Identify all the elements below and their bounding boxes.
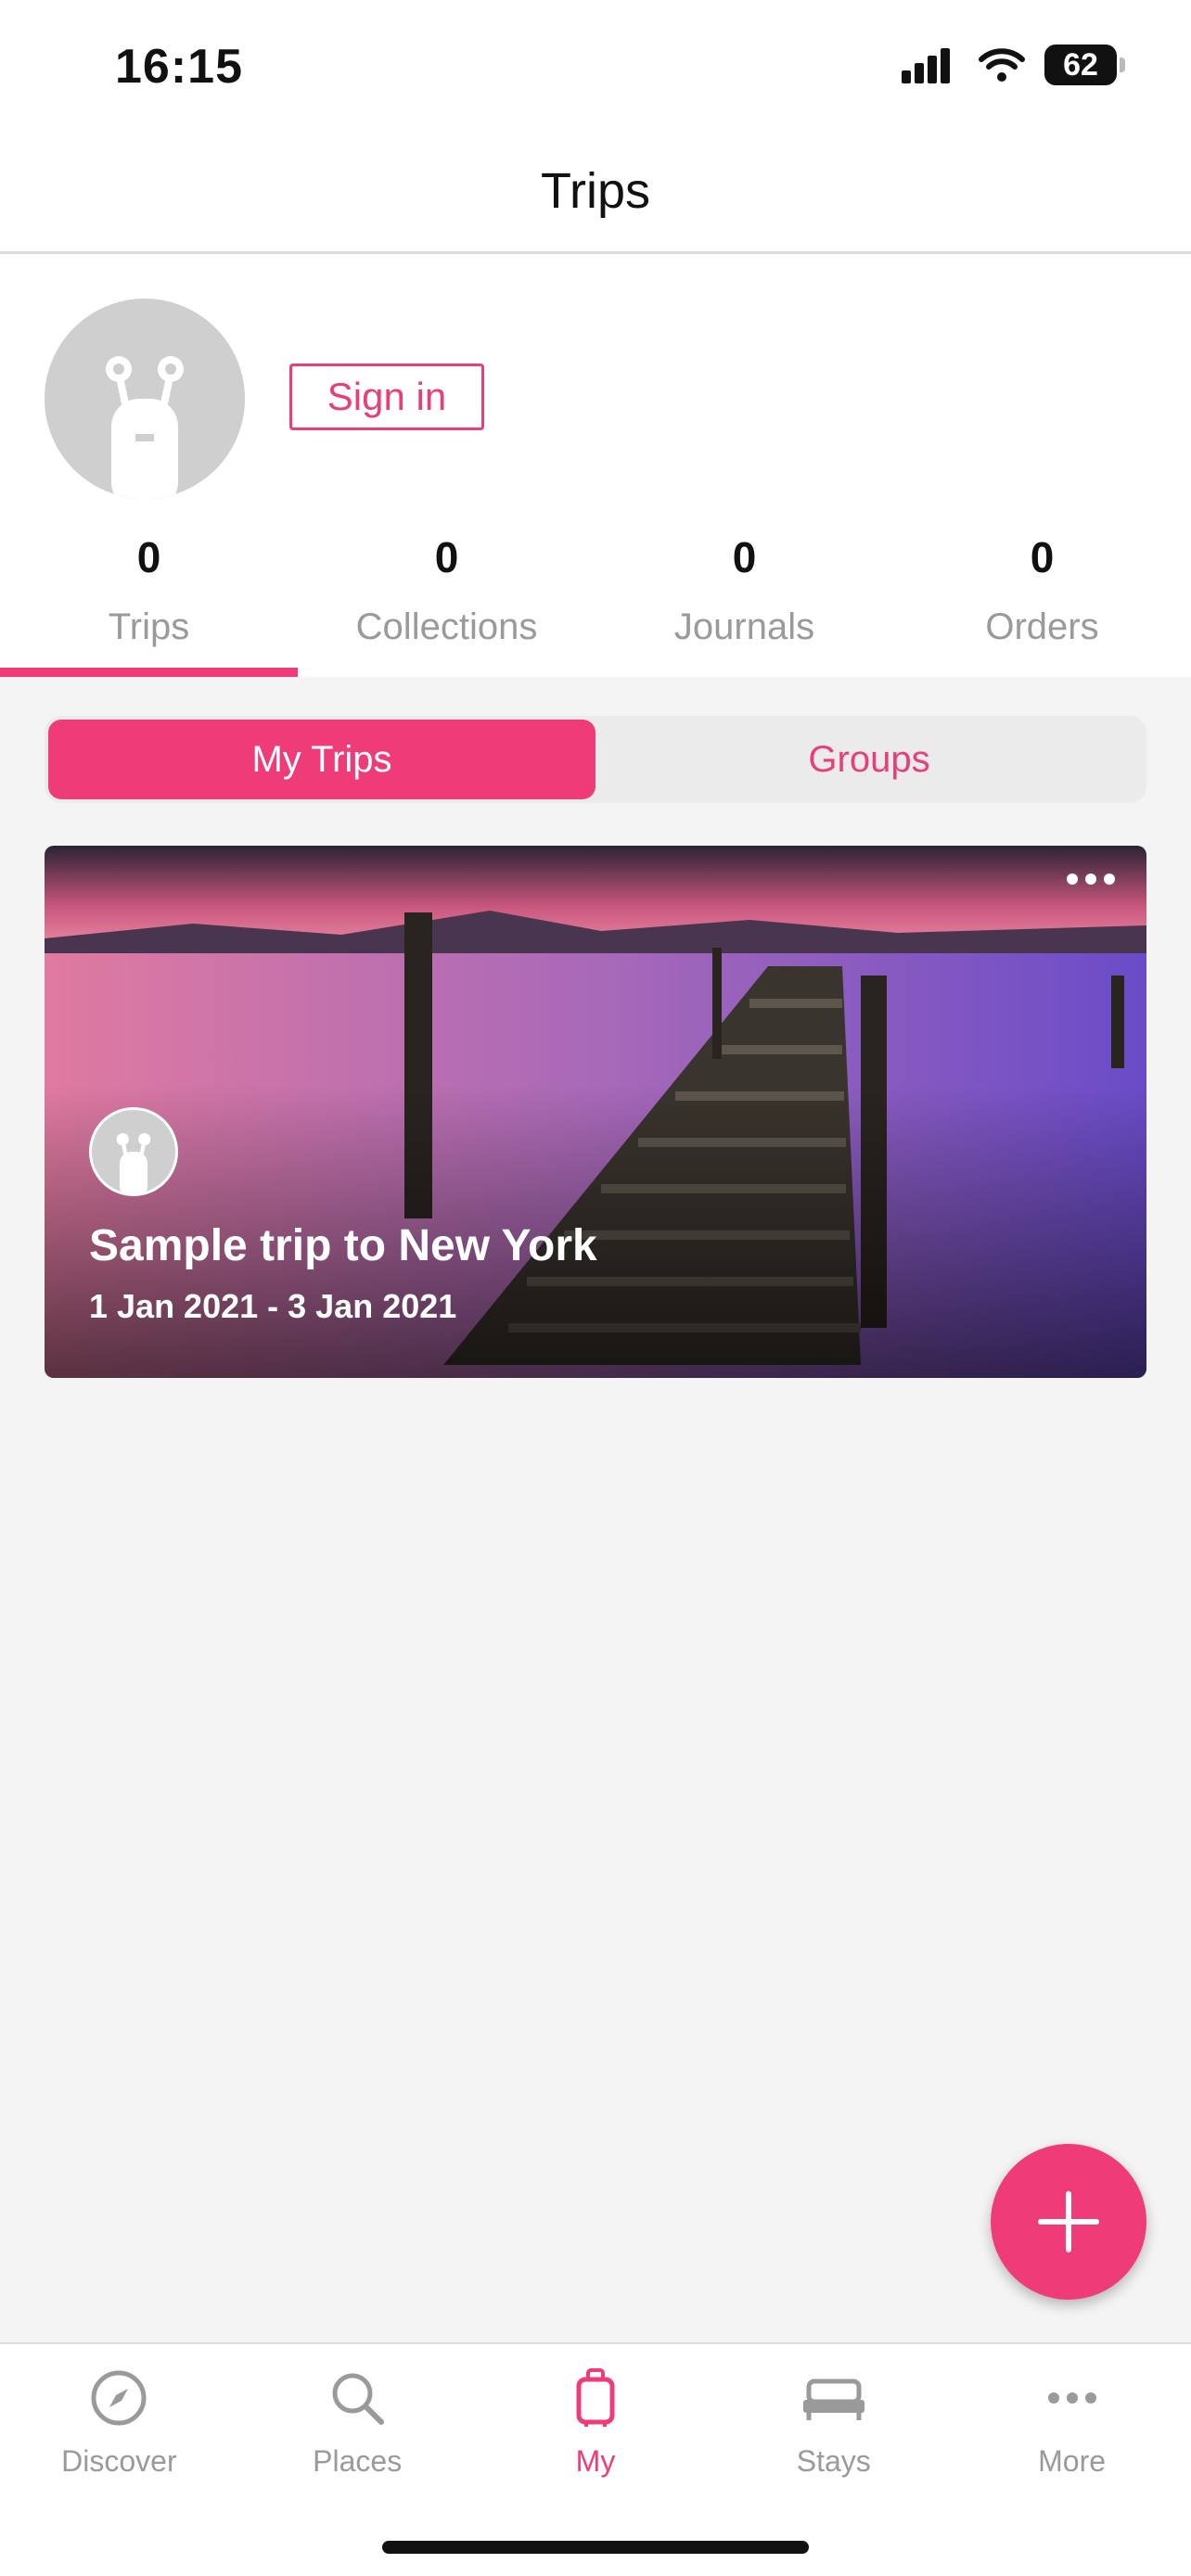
trips-label: Trips <box>108 606 190 647</box>
tab-collections[interactable]: 0 Collections <box>298 523 596 677</box>
trips-count: 0 <box>136 533 161 581</box>
avatar[interactable] <box>45 299 245 499</box>
status-time: 16:15 <box>115 40 243 94</box>
home-indicator[interactable] <box>382 2541 809 2554</box>
tab-journals[interactable]: 0 Journals <box>596 523 893 677</box>
nav-places[interactable]: Places <box>238 2344 477 2479</box>
nav-discover[interactable]: Discover <box>0 2344 238 2479</box>
profile-section: Sign in 0 Trips 0 Collections 0 Journals… <box>0 254 1191 677</box>
journals-count: 0 <box>732 533 757 581</box>
tab-orders[interactable]: 0 Orders <box>893 523 1191 677</box>
add-trip-button[interactable] <box>991 2144 1146 2300</box>
nav-stays-label: Stays <box>796 2444 871 2478</box>
trip-owner-avatar <box>89 1107 178 1196</box>
collections-count: 0 <box>434 533 459 581</box>
collections-label: Collections <box>355 606 538 647</box>
orders-count: 0 <box>1030 533 1055 581</box>
search-icon <box>332 2373 385 2425</box>
luggage-icon <box>576 2368 615 2427</box>
more-options-icon[interactable] <box>1067 874 1115 885</box>
status-icons: 62 <box>902 45 1125 85</box>
app-header: Trips <box>0 130 1191 254</box>
trips-segmented-control: My Trips Groups <box>45 716 1146 803</box>
nav-places-label: Places <box>313 2444 403 2478</box>
wifi-icon <box>979 48 1025 82</box>
trip-title: Sample trip to New York <box>89 1221 597 1270</box>
trip-card[interactable]: Sample trip to New York 1 Jan 2021 - 3 J… <box>45 846 1146 1378</box>
journals-label: Journals <box>673 606 815 647</box>
tab-trips[interactable]: 0 Trips <box>0 523 298 677</box>
nav-my-label: My <box>575 2444 616 2478</box>
battery-icon: 62 <box>1044 45 1125 85</box>
bed-icon <box>802 2378 864 2420</box>
nav-discover-label: Discover <box>61 2444 177 2478</box>
signal-icon <box>902 48 950 83</box>
stats-tabs: 0 Trips 0 Collections 0 Journals 0 Order… <box>0 523 1191 677</box>
plus-icon <box>1038 2191 1099 2252</box>
nav-more[interactable]: More <box>953 2344 1191 2479</box>
trip-dates: 1 Jan 2021 - 3 Jan 2021 <box>89 1287 457 1325</box>
segment-my-trips[interactable]: My Trips <box>48 720 596 799</box>
mascot-icon <box>116 1133 151 1193</box>
battery-level: 62 <box>1063 46 1098 83</box>
bottom-navigation: Discover Places My Stays More <box>0 2342 1191 2576</box>
nav-more-label: More <box>1038 2444 1107 2478</box>
more-icon <box>1047 2392 1096 2404</box>
nav-my[interactable]: My <box>477 2344 715 2479</box>
compass-icon <box>91 2370 147 2426</box>
segment-groups[interactable]: Groups <box>596 720 1143 799</box>
status-bar: 16:15 62 <box>0 0 1191 130</box>
orders-label: Orders <box>985 606 1099 647</box>
nav-stays[interactable]: Stays <box>714 2344 953 2479</box>
mascot-icon <box>106 356 184 499</box>
sign-in-button[interactable]: Sign in <box>289 363 484 430</box>
page-title: Trips <box>541 162 650 219</box>
